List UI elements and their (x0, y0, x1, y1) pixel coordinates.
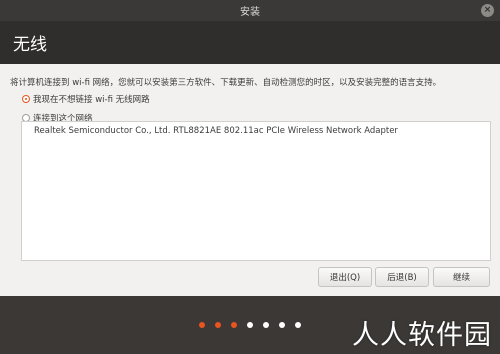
intro-text: 将计算机连接到 wi-fi 网络，您就可以安装第三方软件、下载更新、自动检测您的… (10, 78, 442, 88)
close-icon[interactable]: × (481, 4, 494, 17)
progress-dot (215, 322, 221, 328)
no-connect-label: 我现在不想链接 wi-fi 无线网路 (33, 95, 150, 105)
progress-dot (279, 322, 285, 328)
network-list-item[interactable]: Realtek Semiconductor Co., Ltd. RTL8821A… (34, 126, 398, 136)
quit-button[interactable]: 退出(Q) (318, 267, 372, 287)
progress-dot (247, 322, 253, 328)
back-button[interactable]: 后退(B) (375, 267, 429, 287)
progress-dot (199, 322, 205, 328)
radio-selected-icon[interactable] (22, 95, 30, 103)
no-connect-option[interactable]: 我现在不想链接 wi-fi 无线网路 (22, 93, 150, 105)
page-title: 无线 (13, 35, 47, 55)
continue-button[interactable]: 继续 (433, 267, 490, 287)
watermark-text: 人人软件园 (352, 320, 492, 351)
window-titlebar: 安装 × (0, 0, 500, 21)
wireless-panel: 将计算机连接到 wi-fi 网络，您就可以安装第三方软件、下载更新、自动检测您的… (0, 64, 500, 296)
progress-dot (231, 322, 237, 328)
progress-dot (263, 322, 269, 328)
progress-dot (295, 322, 301, 328)
network-list[interactable]: Realtek Semiconductor Co., Ltd. RTL8821A… (21, 121, 491, 261)
page-header: 无线 (0, 21, 500, 64)
window-title: 安装 (240, 7, 260, 18)
